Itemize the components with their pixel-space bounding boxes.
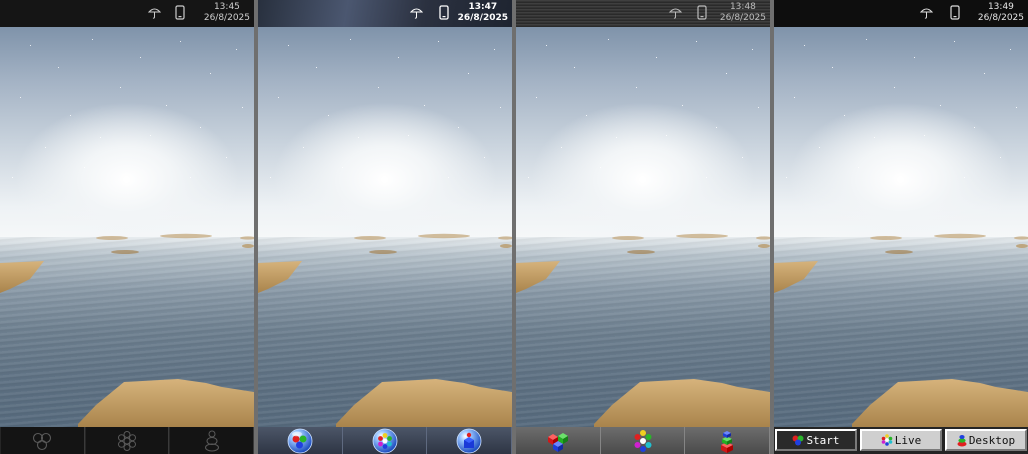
desktop-stack-icon bbox=[721, 430, 734, 453]
beach-island bbox=[516, 233, 770, 427]
status-bar: 13:45 26/8/2025 bbox=[0, 0, 254, 27]
phone-icon bbox=[175, 5, 185, 20]
beach-island bbox=[774, 233, 1028, 427]
start-outline-icon bbox=[33, 432, 52, 450]
wallpaper bbox=[0, 27, 254, 427]
taskbar bbox=[0, 427, 254, 454]
start-button[interactable] bbox=[516, 427, 601, 454]
beach-island bbox=[258, 233, 512, 427]
desktop-button[interactable]: Desktop bbox=[945, 429, 1027, 451]
phone-icon bbox=[950, 5, 960, 20]
live-balls-icon bbox=[881, 434, 893, 446]
desktop-stack-icon bbox=[957, 434, 967, 446]
umbrella-icon bbox=[148, 8, 161, 19]
taskbar: Start Live Desktop bbox=[774, 427, 1028, 454]
start-button[interactable]: Start bbox=[775, 429, 857, 451]
live-cubes-icon bbox=[634, 429, 651, 452]
phone-screen-4: 13:49 26/8/2025 Start Live Desktop bbox=[774, 0, 1028, 454]
start-cubes-icon bbox=[547, 432, 568, 452]
taskbar bbox=[258, 427, 512, 454]
desktop-button[interactable] bbox=[685, 427, 770, 454]
phone-icon bbox=[697, 5, 707, 20]
start-label: Start bbox=[806, 433, 840, 447]
beach-island bbox=[0, 233, 254, 427]
live-button[interactable] bbox=[601, 427, 686, 454]
status-bar: 13:47 26/8/2025 bbox=[258, 0, 512, 27]
clock: 13:45 26/8/2025 bbox=[203, 2, 250, 23]
live-orb-icon bbox=[372, 428, 397, 453]
umbrella-icon bbox=[920, 8, 933, 19]
start-orb-icon bbox=[287, 428, 313, 453]
clock: 13:48 26/8/2025 bbox=[719, 2, 766, 23]
status-bar: 13:49 26/8/2025 bbox=[774, 0, 1028, 27]
desktop-orb-icon bbox=[456, 428, 482, 453]
umbrella-icon bbox=[410, 8, 423, 19]
phone-screen-1: 13:45 26/8/2025 bbox=[0, 0, 254, 454]
live-outline-icon bbox=[118, 430, 136, 451]
live-button[interactable]: Live bbox=[860, 429, 942, 451]
start-button[interactable] bbox=[258, 427, 343, 454]
phone-screen-3: 13:48 26/8/2025 bbox=[516, 0, 770, 454]
wallpaper bbox=[258, 27, 512, 427]
wallpaper bbox=[774, 27, 1028, 427]
phone-screen-2: 13:47 26/8/2025 bbox=[258, 0, 512, 454]
start-button[interactable] bbox=[0, 427, 85, 454]
phone-icon bbox=[439, 5, 449, 20]
live-label: Live bbox=[894, 433, 922, 447]
desktop-outline-icon bbox=[204, 430, 219, 451]
live-button[interactable] bbox=[343, 427, 428, 454]
start-balls-icon bbox=[792, 435, 804, 445]
status-bar: 13:48 26/8/2025 bbox=[516, 0, 770, 27]
desktop-button[interactable] bbox=[169, 427, 254, 454]
desktop-button[interactable] bbox=[427, 427, 512, 454]
clock: 13:49 26/8/2025 bbox=[977, 2, 1024, 23]
clock: 13:47 26/8/2025 bbox=[457, 2, 508, 23]
umbrella-icon bbox=[669, 8, 682, 19]
desktop-label: Desktop bbox=[968, 433, 1016, 447]
taskbar bbox=[516, 427, 770, 454]
wallpaper bbox=[516, 27, 770, 427]
live-button[interactable] bbox=[84, 427, 170, 454]
